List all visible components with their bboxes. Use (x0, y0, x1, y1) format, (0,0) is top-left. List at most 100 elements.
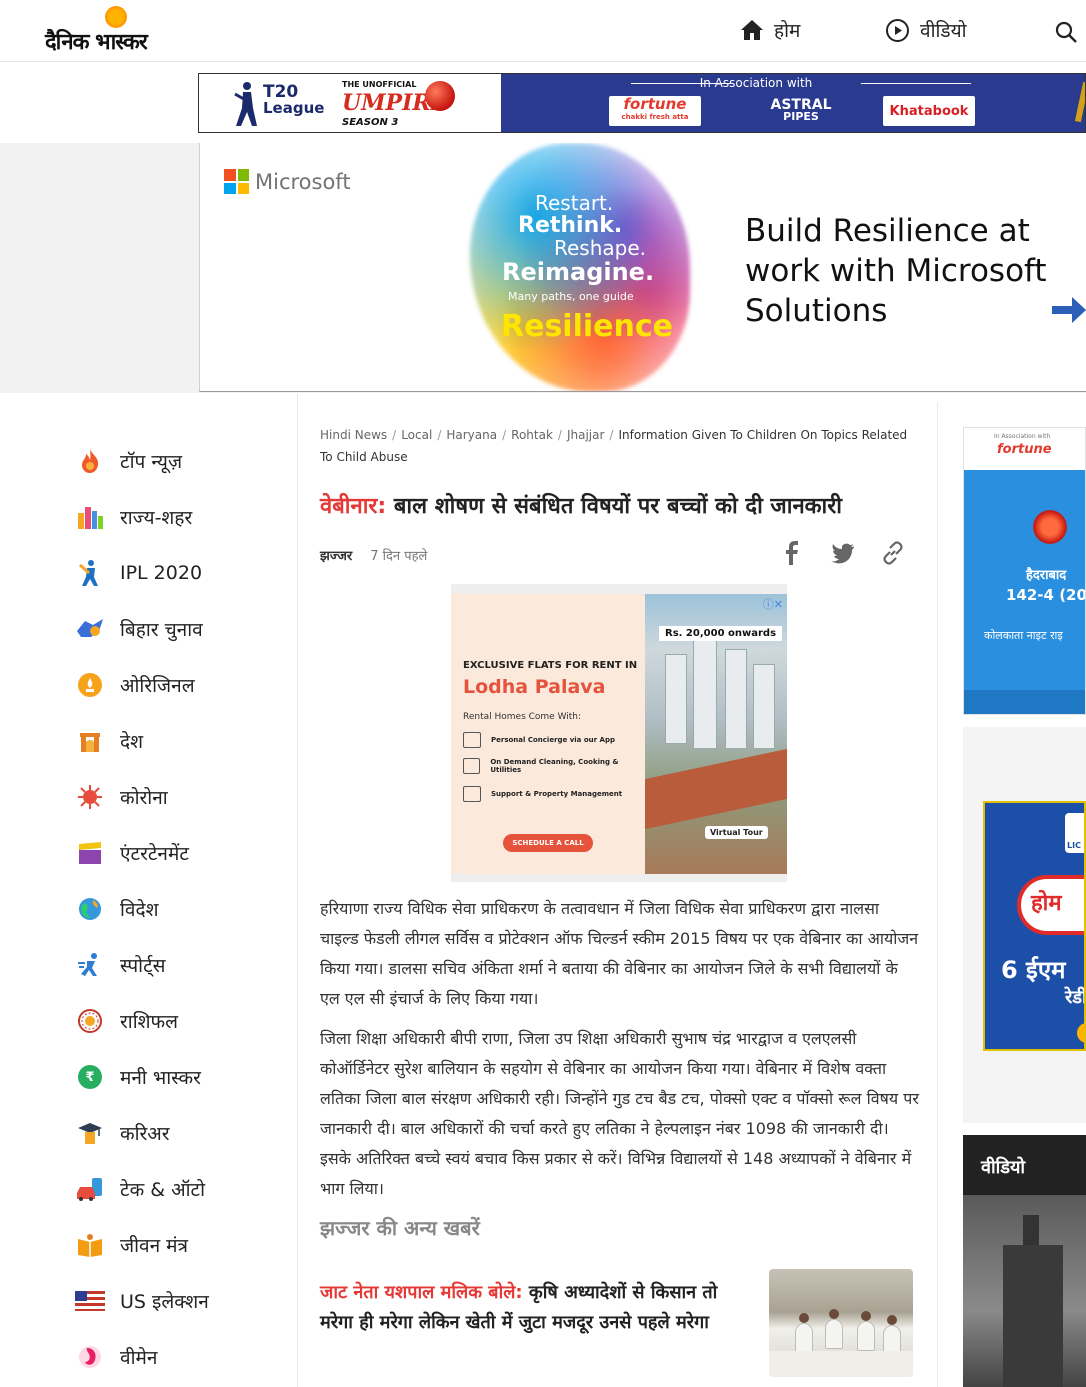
nav-home[interactable]: होम (740, 17, 800, 43)
sidebar-item-entertainment[interactable]: एंटरटेनमेंट (74, 837, 189, 869)
women-icon (74, 1341, 106, 1373)
book-icon (74, 1229, 106, 1261)
ad-line: Resilience (501, 309, 673, 344)
cricket-bat-icon (1074, 81, 1085, 123)
story-kicker: जाट नेता यशपाल मलिक बोले: (320, 1282, 523, 1303)
zodiac-icon (74, 1005, 106, 1037)
breadcrumb-link[interactable]: Rohtak (511, 428, 553, 442)
ad-line: Reshape. (554, 236, 647, 260)
table-surface (769, 1351, 913, 1377)
cricket-icon (74, 557, 106, 589)
ad-feature: On Demand Cleaning, Cooking & Utilities (463, 758, 645, 774)
lic-headline: 6 ईएम (1001, 956, 1066, 984)
sidebar-item-world[interactable]: विदेश (74, 893, 159, 925)
ad-brand: Lodha Palava (463, 676, 606, 698)
sidebar-item-tech-auto[interactable]: टेक & ऑटो (74, 1173, 205, 1205)
sidebar-item-country[interactable]: देश (74, 725, 143, 757)
arrow-right-icon[interactable] (1052, 295, 1086, 325)
team-score: 142-4 (20.0 (1006, 586, 1086, 604)
facebook-icon[interactable] (780, 540, 806, 566)
story-thumbnail[interactable] (769, 1269, 913, 1377)
umpire-tagline: THE UNOFFICIAL (342, 80, 417, 89)
headline-text: बाल शोषण से संबंधित विषयों पर बच्चों को … (386, 494, 842, 519)
lodha-ad[interactable]: EXCLUSIVE FLATS FOR RENT IN Lodha Palava… (451, 584, 787, 882)
microsoft-ad[interactable]: Microsoft Restart. Rethink. Reshape. Rei… (199, 143, 1086, 392)
person-figure (795, 1323, 813, 1353)
fire-icon (74, 445, 106, 477)
lic-ad[interactable]: LIC होम 6 ईएम रेडी (983, 801, 1086, 1051)
t20-league-text: T20 League (263, 82, 325, 117)
lamp-icon (74, 669, 106, 701)
sidebar-item-corona[interactable]: कोरोना (74, 781, 168, 813)
sidebar-item-career[interactable]: करिअर (74, 1117, 170, 1149)
search-icon[interactable] (1054, 20, 1078, 44)
ad-line: Rethink. (518, 213, 623, 238)
ad-line: Many paths, one guide (508, 290, 634, 303)
india-gate-icon (74, 725, 106, 757)
ad-feature: Personal Concierge via our App (463, 732, 615, 748)
score-sponsor: In Association with fortune (964, 428, 1085, 470)
breadcrumb-link[interactable]: Jhajjar (567, 428, 604, 442)
sidebar-item-original[interactable]: ओरिजिनल (74, 669, 195, 701)
breadcrumb-link[interactable]: Local (401, 428, 432, 442)
sidebar-item-money[interactable]: ₹ मनी भास्कर (74, 1061, 201, 1093)
khatabook-logo: Khatabook (883, 96, 975, 126)
microsoft-grid-icon (224, 169, 249, 194)
city-icon (74, 501, 106, 533)
schedule-call-button[interactable]: SCHEDULE A CALL (503, 834, 593, 852)
site-logo[interactable]: दैनिक भास्कर (45, 6, 187, 56)
person-head (861, 1311, 871, 1321)
sidebar-item-ipl[interactable]: IPL 2020 (74, 557, 202, 589)
astral-pipes-logo: ASTRAL PIPES (770, 97, 832, 123)
sidebar-item-state-city[interactable]: राज्य-शहर (74, 501, 192, 533)
breadcrumb-link[interactable]: Haryana (446, 428, 497, 442)
microsoft-logo: Microsoft (224, 169, 351, 194)
election-icon (74, 613, 106, 645)
person-figure (825, 1319, 843, 1349)
divider-line (861, 83, 971, 84)
building-block (665, 654, 687, 744)
person-head (887, 1315, 897, 1325)
sponsor-banner[interactable]: T20 League THE UNOFFICIAL UMPIRE SEASON … (198, 73, 1086, 133)
related-story-title[interactable]: जाट नेता यशपाल मलिक बोले: कृषि अध्यादेशो… (320, 1278, 750, 1338)
twitter-icon[interactable] (830, 540, 856, 566)
link-icon[interactable] (880, 540, 906, 566)
car-phone-icon (74, 1173, 106, 1205)
building-block (725, 649, 747, 749)
more-news-title: झज्जर की अन्य खबरें (320, 1216, 480, 1240)
logo-text: दैनिक भास्कर (45, 29, 148, 55)
virtual-tour-label: Virtual Tour (705, 826, 768, 839)
clapperboard-icon (74, 837, 106, 869)
ad-line: Restart. (535, 191, 614, 215)
ad-headline: Build Resilience at work with Microsoft … (745, 213, 1047, 329)
sidebar-item-women[interactable]: वीमेन (74, 1341, 157, 1373)
lic-subline: रेडी (1065, 987, 1086, 1008)
association-label: In Association with (699, 76, 813, 90)
adchoices-icon[interactable]: ⓘ✕ (763, 596, 783, 612)
sidebar-item-jeevan-mantra[interactable]: जीवन मंत्र (74, 1229, 188, 1261)
nav-video[interactable]: वीडियो (885, 17, 967, 43)
live-score-widget[interactable]: In Association with fortune हैदराबाद 142… (963, 427, 1086, 715)
sidebar-item-bihar-election[interactable]: बिहार चुनाव (74, 613, 203, 645)
sidebar-item-horoscope[interactable]: राशिफल (74, 1005, 178, 1037)
us-flag-icon (74, 1285, 106, 1317)
sidebar-item-top-news[interactable]: टॉप न्यूज़ (74, 445, 182, 477)
sidebar-item-sports[interactable]: स्पोर्ट्स (74, 949, 166, 981)
sidebar-nav: टॉप न्यूज़ राज्य-शहर IPL 2020 बिहार चुना… (0, 394, 298, 1387)
ad-feature: Support & Property Management (463, 786, 622, 802)
lic-ad-container: LIC होम 6 ईएम रेडी (963, 727, 1086, 1123)
opponent-name: कोलकाता नाइट राइ (984, 629, 1063, 642)
sidebar-item-us-election[interactable]: US इलेक्शन (74, 1285, 209, 1317)
t20-umpire-panel: T20 League THE UNOFFICIAL UMPIRE SEASON … (199, 74, 501, 132)
fortune-logo: fortune chakki fresh atta (609, 96, 701, 126)
ad-line: EXCLUSIVE FLATS FOR RENT IN (463, 660, 638, 671)
team-logo-icon (1030, 508, 1070, 546)
cleaning-icon (463, 758, 481, 774)
breadcrumb-link[interactable]: Hindi News (320, 428, 387, 442)
running-icon (74, 949, 106, 981)
building-tower (1003, 1245, 1063, 1387)
lic-pill: होम (1017, 875, 1084, 935)
site-header: दैनिक भास्कर होम वीडियो (0, 0, 1086, 62)
video-widget[interactable]: वीडियो (963, 1135, 1086, 1387)
article-headline: वेबीनार: बाल शोषण से संबंधित विषयों पर ब… (320, 490, 920, 520)
